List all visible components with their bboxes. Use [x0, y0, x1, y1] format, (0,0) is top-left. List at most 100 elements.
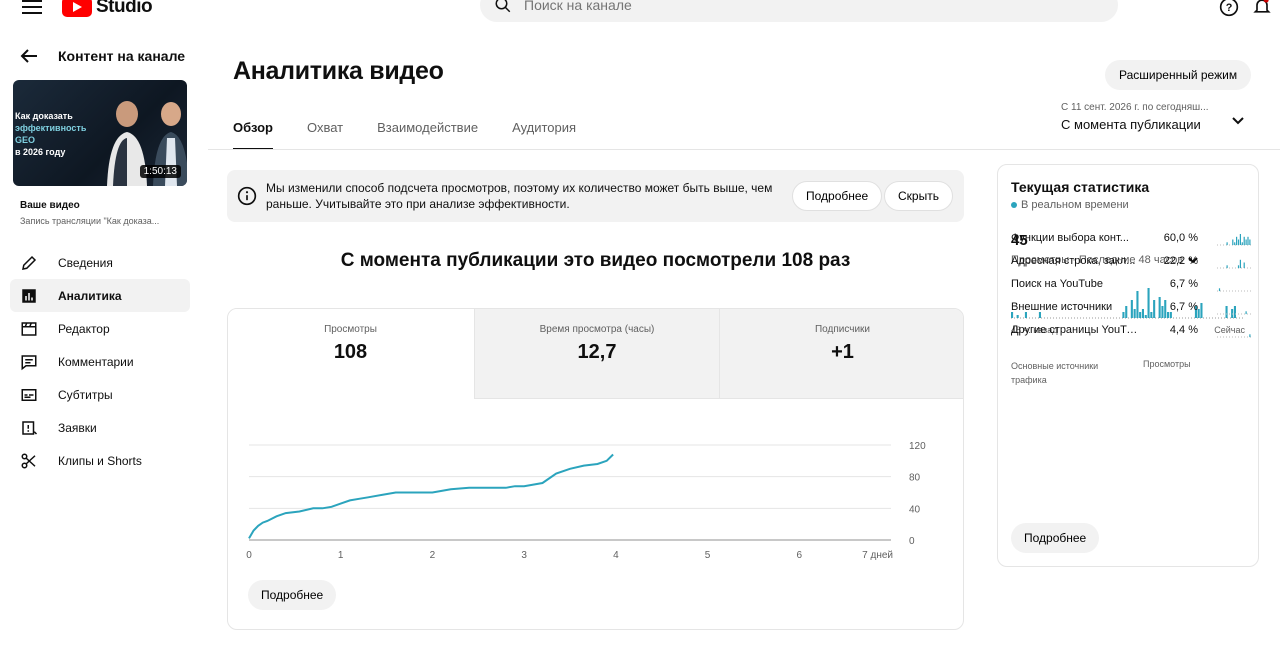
- sidebar-item-analytics[interactable]: Аналитика: [10, 279, 190, 312]
- metric-label: Время просмотра (часы): [539, 324, 655, 335]
- chart-more-button[interactable]: Подробнее: [248, 580, 337, 610]
- sparkline-bar: [1237, 265, 1240, 269]
- claims-icon: [22, 420, 38, 435]
- realtime-more-button[interactable]: Подробнее: [1011, 523, 1100, 553]
- source-percent: 22,2 %: [1163, 255, 1198, 267]
- sidebar-item-label: Субтитры: [58, 387, 113, 402]
- notifications-bell-icon[interactable]: [1252, 0, 1272, 16]
- x-tick-label: 6: [797, 550, 803, 561]
- x-tick-label: 3: [521, 550, 527, 561]
- sidebar-item-label: Заявки: [58, 420, 97, 435]
- search-input[interactable]: [524, 0, 1084, 13]
- tab-engagement[interactable]: Взаимодействие: [377, 120, 478, 150]
- film-icon: [21, 321, 37, 336]
- traffic-source-row[interactable]: Поиск на YouTube 6,7 %: [1011, 278, 1251, 294]
- source-percent: 60,0 %: [1163, 232, 1198, 244]
- x-tick-label: 0: [246, 550, 252, 561]
- advanced-mode-button[interactable]: Расширенный режим: [1105, 60, 1252, 90]
- live-dot-icon: [1011, 202, 1017, 208]
- metric-label: Подписчики: [814, 324, 870, 335]
- sidebar-item-editor[interactable]: Редактор: [10, 312, 190, 345]
- search-icon: [495, 0, 511, 13]
- realtime-title: Текущая статистика: [1011, 179, 1150, 195]
- sidebar-item-clips-shorts[interactable]: Клипы и Shorts: [10, 444, 190, 477]
- sparkline-bar: [1236, 236, 1238, 246]
- metric-views[interactable]: Просмотры 108: [228, 309, 473, 399]
- video-title: Запись трансляции "Как доказа...: [20, 216, 160, 226]
- back-label: Контент на канале: [58, 48, 186, 64]
- x-tick-label: 2: [430, 550, 436, 561]
- video-thumbnail[interactable]: Как доказать эффективность GEO в 2026 го…: [13, 80, 187, 186]
- source-name: Другие страницы YouTu...: [1011, 324, 1141, 336]
- tab-reach[interactable]: Охват: [307, 120, 343, 150]
- back-to-channel-content[interactable]: Контент на канале: [20, 48, 185, 64]
- sidebar-item-details[interactable]: Сведения: [10, 246, 190, 279]
- help-icon[interactable]: ?: [1219, 0, 1239, 17]
- video-duration: 1:50:13: [139, 165, 181, 178]
- analytics-icon: [22, 288, 36, 303]
- source-percent: 4,4 %: [1169, 324, 1198, 336]
- traffic-source-row[interactable]: Адресная строка, закл... 22,2 %: [1011, 255, 1251, 271]
- sparkline-bar: [1247, 236, 1249, 246]
- source-sparkline: [1217, 288, 1251, 292]
- source-sparkline: [1217, 311, 1251, 315]
- thumbnail-title: Как доказать эффективность GEO в 2026 го…: [15, 111, 87, 157]
- sparkline-bar: [1245, 239, 1247, 245]
- y-tick-label: 0: [909, 536, 915, 547]
- date-range-subtitle: С 11 сент. 2026 г. по сегодняш...: [1061, 102, 1209, 113]
- date-range-selector[interactable]: С 11 сент. 2026 г. по сегодняш... С моме…: [1061, 102, 1209, 132]
- sidebar-item-comments[interactable]: Комментарии: [10, 345, 190, 378]
- info-icon: [237, 186, 257, 206]
- sidebar-item-label: Комментарии: [58, 354, 134, 369]
- sidebar-item-claims[interactable]: Заявки: [10, 411, 190, 444]
- traffic-source-row[interactable]: Другие страницы YouTu... 4,4 %: [1011, 324, 1251, 340]
- sparkline-bar: [1226, 265, 1228, 269]
- hamburger-menu-icon[interactable]: [22, 0, 42, 14]
- metric-subscribers[interactable]: Подписчики +1: [719, 309, 963, 399]
- source-percent: 6,7 %: [1169, 278, 1198, 290]
- sparkline-bar: [1243, 236, 1245, 246]
- metric-value: +1: [831, 341, 854, 363]
- sparkline-bar: [1245, 311, 1247, 315]
- sparkline-bar: [1249, 334, 1251, 338]
- sidebar-item-subtitles[interactable]: Субтитры: [10, 378, 190, 411]
- sparkline-bar: [1241, 242, 1243, 246]
- y-tick-label: 40: [909, 504, 921, 515]
- sparkline-bar: [1232, 239, 1234, 245]
- sidebar-nav: Сведения Аналитика Редактор Комментарии …: [10, 246, 190, 477]
- search-bar[interactable]: [480, 0, 1118, 22]
- views-column-header: Просмотры: [1143, 359, 1191, 369]
- youtube-play-icon: [62, 0, 92, 17]
- metric-watch-time[interactable]: Время просмотра (часы) 12,7: [474, 309, 719, 399]
- scissors-icon: [21, 453, 36, 468]
- notice-more-button[interactable]: Подробнее: [792, 181, 883, 211]
- sidebar-item-label: Редактор: [58, 321, 110, 336]
- source-sparkline: [1217, 334, 1251, 338]
- traffic-sources-header: Основные источники трафика: [1011, 361, 1099, 385]
- sidebar-item-label: Сведения: [58, 255, 113, 270]
- sparkline-bar: [1249, 239, 1251, 245]
- chevron-down-icon[interactable]: [1230, 113, 1246, 129]
- traffic-source-row[interactable]: Внешние источники 6,7 %: [1011, 301, 1251, 317]
- metric-value: 108: [333, 341, 368, 363]
- tab-overview[interactable]: Обзор: [233, 120, 273, 150]
- sparkline-bar: [1239, 259, 1241, 269]
- notice-hide-button[interactable]: Скрыть: [884, 181, 953, 211]
- sparkline-bar: [1234, 242, 1236, 246]
- sparkline-bar: [1237, 239, 1240, 245]
- tab-audience[interactable]: Аудитория: [512, 120, 576, 150]
- your-video-label: Ваше видео: [20, 200, 80, 211]
- traffic-source-row[interactable]: Функции выбора конт... 60,0 %: [1011, 232, 1251, 248]
- realtime-panel: Текущая статистика В реальном времени 45…: [997, 164, 1259, 567]
- sparkline-bar: [1218, 288, 1221, 292]
- x-tick-label: 7 дней: [862, 550, 893, 561]
- metric-value: 12,7: [577, 341, 617, 363]
- sidebar-item-label: Клипы и Shorts: [58, 453, 142, 468]
- x-tick-label: 5: [705, 550, 711, 561]
- pencil-icon: [22, 255, 37, 270]
- source-name: Функции выбора конт...: [1011, 232, 1129, 244]
- studio-logo[interactable]: Studio: [62, 0, 153, 18]
- views-headline: С момента публикации это видео посмотрел…: [340, 250, 851, 271]
- y-tick-label: 80: [909, 473, 921, 484]
- top-bar: Studio ?: [0, 0, 1280, 26]
